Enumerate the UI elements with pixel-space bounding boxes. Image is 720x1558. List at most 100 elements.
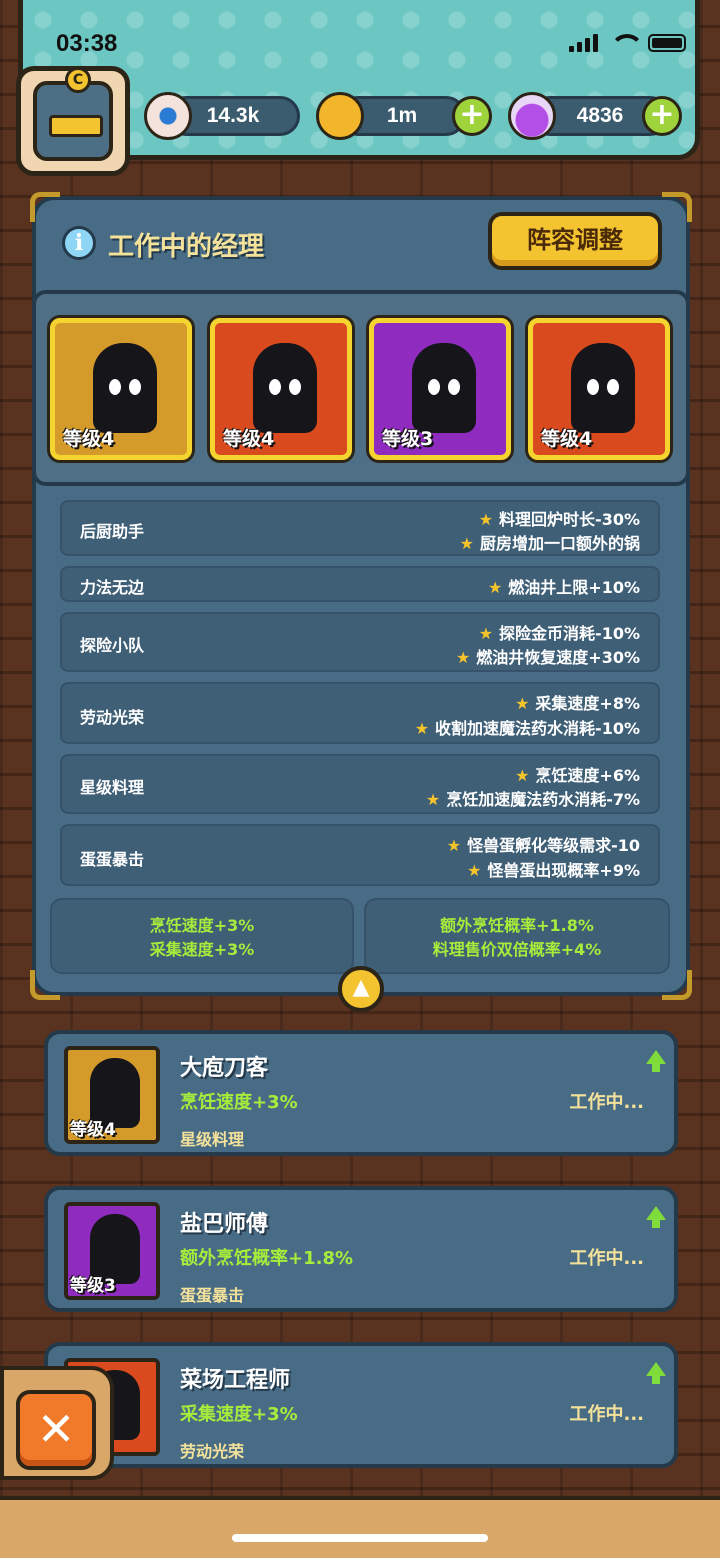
close-button[interactable]: ✕ (16, 1390, 96, 1470)
star-icon: ★ (515, 766, 530, 785)
bottom-bar (0, 1496, 720, 1558)
manager-level: 等级4 (541, 428, 593, 450)
coins-value: 1m (386, 104, 418, 127)
manager-portrait (571, 343, 635, 433)
manager-level: 等级4 (70, 1120, 116, 1140)
manager-list-item[interactable]: 菜场工程师 采集速度+3% 劳动光荣 工作中... (44, 1342, 678, 1468)
skill-name: 探险小队 (80, 636, 145, 655)
upgrade-arrow-icon[interactable] (646, 1050, 666, 1072)
total-bonus-line: 采集速度+3% (149, 940, 255, 959)
skill-bonus: ★ 采集速度+8% (515, 694, 640, 713)
total-bonus-line: 烹饪速度+3% (149, 916, 255, 935)
battery-icon (648, 34, 686, 52)
skill-name: 星级料理 (80, 778, 145, 797)
eyes-value: 14.3k (206, 104, 260, 127)
skill-name: 劳动光荣 (80, 708, 145, 727)
total-bonus-line: 额外烹饪概率+1.8% (440, 916, 594, 935)
star-icon: ★ (478, 510, 494, 529)
info-icon[interactable]: i (62, 226, 96, 260)
coin-icon (316, 92, 364, 140)
star-icon: ★ (425, 790, 441, 809)
skill-bonus: ★ 厨房增加一口额外的锅 (459, 534, 640, 553)
skill-bonus: ★ 燃油井恢复速度+30% (455, 648, 640, 667)
potions-value: 4836 (576, 104, 624, 127)
total-bonus-left: 烹饪速度+3% 采集速度+3% (50, 898, 354, 974)
skill-bonus: ★ 怪兽蛋孵化等级需求-10 (446, 836, 640, 855)
add-potions-button[interactable]: + (642, 96, 682, 136)
add-coins-button[interactable]: + (452, 96, 492, 136)
skill-bonus: ★ 燃油井上限+10% (487, 578, 640, 597)
manager-list-item[interactable]: 等级3 盐巴师傅 额外烹饪概率+1.8% 蛋蛋暴击 工作中... (44, 1186, 678, 1312)
star-icon: ★ (487, 578, 503, 597)
upgrade-arrow-icon[interactable] (646, 1362, 666, 1384)
skill-row: 蛋蛋暴击 ★ 怪兽蛋孵化等级需求-10 ★ 怪兽蛋出现概率+9% (60, 824, 660, 886)
status-time: 03:38 (56, 30, 118, 57)
manager-card[interactable]: 等级4 (50, 318, 192, 460)
total-bonus-line: 料理售价双倍概率+4% (432, 940, 602, 959)
skill-bonus: ★ 收割加速魔法药水消耗-10% (414, 719, 640, 738)
manager-name: 盐巴师傅 (180, 1212, 269, 1237)
star-icon: ★ (467, 861, 482, 880)
skill-name: 力法无边 (80, 578, 145, 597)
panel-corner (662, 970, 692, 1000)
manager-status: 工作中... (569, 1248, 644, 1269)
skill-bonus: ★ 烹饪速度+6% (515, 766, 640, 785)
manager-portrait (93, 343, 157, 433)
manager-skill: 蛋蛋暴击 (180, 1286, 245, 1305)
manager-status: 工作中... (569, 1404, 644, 1425)
manager-bonus: 采集速度+3% (180, 1404, 298, 1425)
signal-icon (569, 34, 598, 52)
skill-row: 劳动光荣 ★ 采集速度+8% ★ 收割加速魔法药水消耗-10% (60, 682, 660, 744)
status-icons (569, 34, 686, 52)
manager-portrait (253, 343, 317, 433)
skill-row: 探险小队 ★ 探险金币消耗-10% ★ 燃油井恢复速度+30% (60, 612, 660, 672)
panel-title: 工作中的经理 (108, 232, 265, 262)
manager-name: 大庖刀客 (180, 1056, 269, 1081)
manager-level: 等级3 (70, 1276, 116, 1296)
upgrade-arrow-icon[interactable] (646, 1206, 666, 1228)
manager-skill: 星级料理 (180, 1130, 245, 1149)
manager-list-item[interactable]: 等级4 大庖刀客 烹饪速度+3% 星级料理 工作中... (44, 1030, 678, 1156)
manager-level: 等级3 (382, 428, 434, 450)
star-icon: ★ (459, 534, 474, 553)
manager-bonus: 烹饪速度+3% (180, 1092, 298, 1113)
manager-level: 等级4 (223, 428, 275, 450)
panel-corner (30, 970, 60, 1000)
star-icon: ★ (414, 719, 430, 738)
skill-name: 蛋蛋暴击 (80, 850, 145, 869)
manager-card[interactable]: 等级4 (210, 318, 352, 460)
manager-level: 等级4 (63, 428, 115, 450)
manager-card[interactable]: 等级4 (528, 318, 670, 460)
avatar-portrait: C (33, 67, 113, 161)
collapse-panel-button[interactable]: ▲ (338, 966, 384, 1012)
manager-portrait: 等级4 (64, 1046, 160, 1144)
skill-row: 力法无边 ★ 燃油井上限+10% (60, 566, 660, 602)
star-icon: ★ (446, 836, 462, 855)
avatar-rank-icon: C (65, 67, 91, 93)
manager-name: 菜场工程师 (180, 1368, 291, 1393)
manager-portrait: 等级3 (64, 1202, 160, 1300)
manager-portrait (412, 343, 476, 433)
panel-corner (30, 192, 60, 222)
skill-row: 星级料理 ★ 烹饪速度+6% ★ 烹饪加速魔法药水消耗-7% (60, 754, 660, 814)
manager-card[interactable]: 等级3 (369, 318, 511, 460)
skill-bonus: ★ 探险金币消耗-10% (478, 624, 640, 643)
manager-bonus: 额外烹饪概率+1.8% (180, 1248, 354, 1269)
home-indicator[interactable] (232, 1534, 488, 1542)
manager-skill: 劳动光荣 (180, 1442, 245, 1461)
skill-bonus: ★ 烹饪加速魔法药水消耗-7% (425, 790, 640, 809)
skill-name: 后厨助手 (80, 522, 145, 541)
star-icon: ★ (455, 648, 471, 667)
skill-bonus: ★ 怪兽蛋出现概率+9% (467, 861, 640, 880)
total-bonus-right: 额外烹饪概率+1.8% 料理售价双倍概率+4% (364, 898, 670, 974)
manager-status: 工作中... (569, 1092, 644, 1113)
star-icon: ★ (515, 694, 530, 713)
skill-bonus: ★ 料理回炉时长-30% (478, 510, 640, 529)
skill-row: 后厨助手 ★ 料理回炉时长-30% ★ 厨房增加一口额外的锅 (60, 500, 660, 556)
wifi-icon (610, 34, 644, 52)
eyeball-icon (144, 92, 192, 140)
panel-corner (662, 192, 692, 222)
adjust-lineup-button[interactable]: 阵容调整 (488, 212, 662, 270)
player-avatar[interactable]: C (16, 66, 130, 176)
potion-icon (508, 92, 556, 140)
